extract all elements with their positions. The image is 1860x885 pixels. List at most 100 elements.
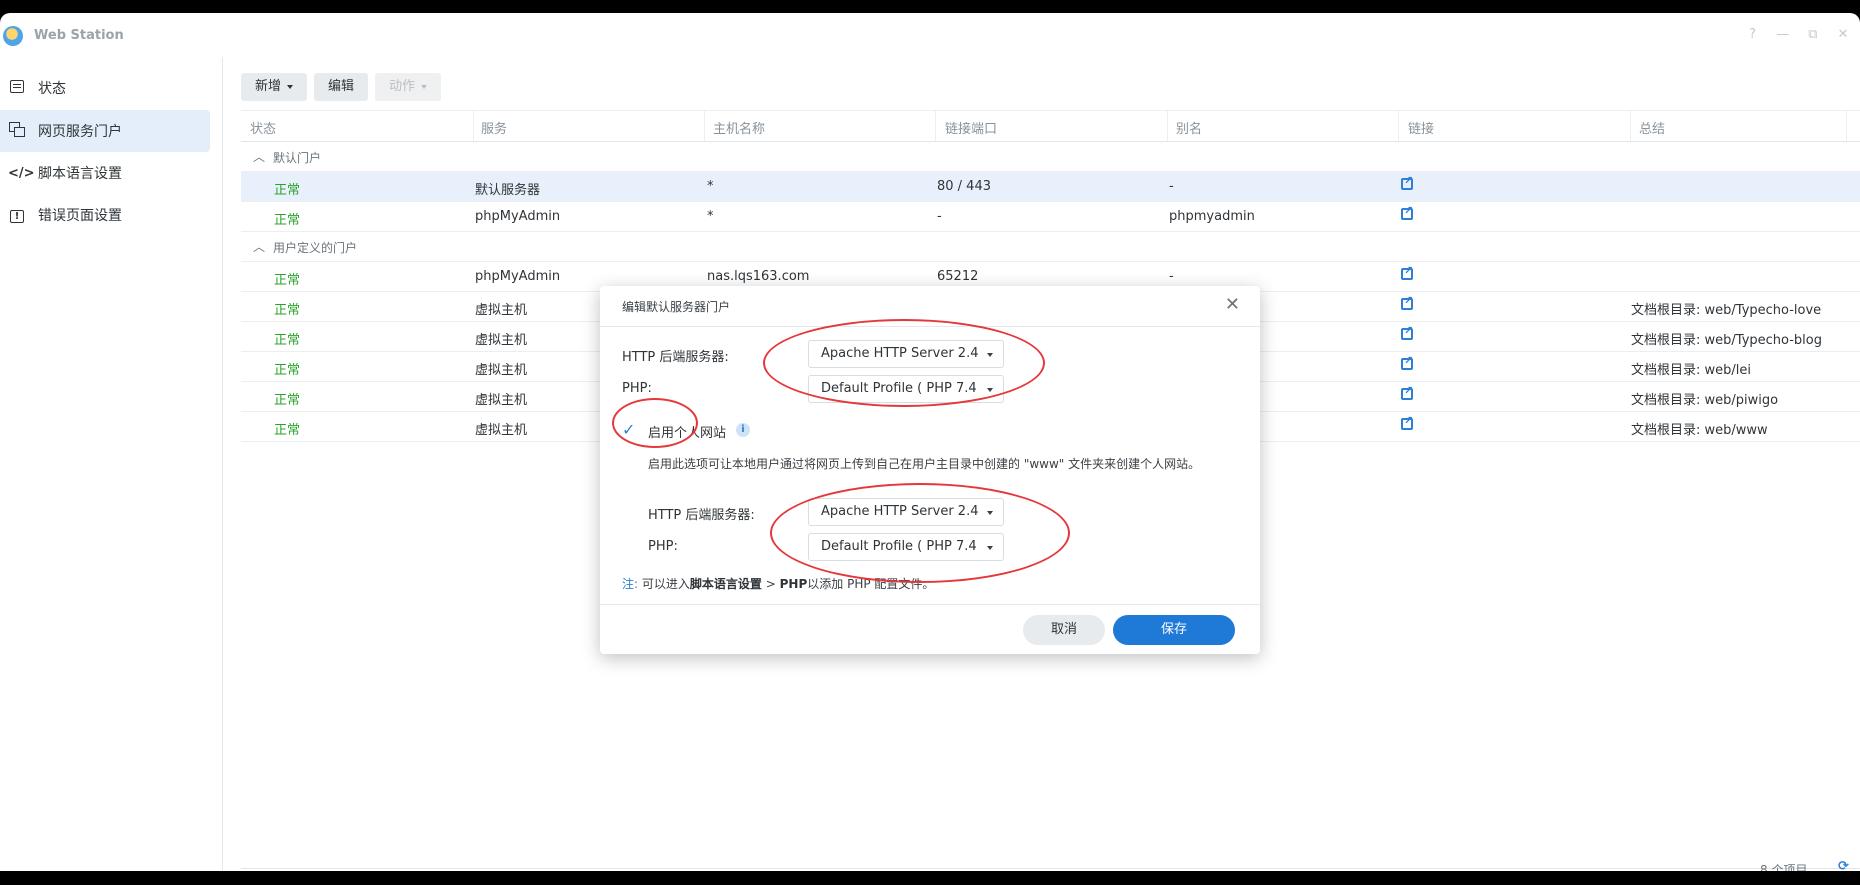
external-link-icon[interactable] — [1401, 294, 1413, 310]
status-cell: 正常 — [274, 423, 301, 438]
sidebar-item-status[interactable]: 状态 — [0, 67, 210, 109]
info-icon[interactable]: i — [736, 423, 750, 437]
sidebar-item-error-page[interactable]: ! 错误页面设置 — [0, 194, 210, 236]
column-header-port[interactable]: 链接端口 — [945, 118, 997, 137]
chevron-down-icon — [987, 353, 993, 357]
status-cell: 正常 — [274, 303, 301, 318]
help-icon[interactable]: ? — [1740, 27, 1766, 42]
warning-icon: ! — [8, 208, 26, 223]
edit-portal-dialog: 编辑默认服务器门户 ✕ HTTP 后端服务器: Apache HTTP Serv… — [600, 286, 1260, 654]
table-row[interactable]: 正常 默认服务器 * 80 / 443 - — [241, 172, 1860, 202]
status-cell: 正常 — [274, 393, 301, 408]
external-link-icon[interactable] — [1401, 384, 1413, 400]
php-label: PHP: — [622, 381, 652, 396]
column-header-service[interactable]: 服务 — [481, 118, 507, 137]
status-cell: 正常 — [274, 333, 301, 348]
dialog-divider — [600, 326, 1260, 327]
note-arrow: > — [765, 577, 776, 591]
summary-cell: 文档根目录: web/piwigo — [1631, 393, 1779, 408]
column-header-hostname[interactable]: 主机名称 — [713, 118, 765, 137]
chevron-up-icon: ︿ — [253, 150, 266, 164]
dialog-footer-divider — [600, 604, 1260, 605]
service-cell: 虚拟主机 — [475, 393, 528, 408]
sidebar-item-label: 脚本语言设置 — [38, 166, 122, 182]
sidebar-item-web-portal[interactable]: 网页服务门户 — [0, 110, 210, 152]
table-row[interactable]: 正常 phpMyAdmin * - phpmyadmin — [241, 202, 1860, 232]
script-language-link[interactable]: 脚本语言设置 — [690, 577, 762, 591]
personal-php-label: PHP: — [648, 539, 678, 554]
chevron-down-icon — [987, 511, 993, 515]
personal-http-backend-select[interactable]: Apache HTTP Server 2.4 — [808, 498, 1004, 526]
personal-site-checkbox[interactable]: ✓ — [622, 422, 638, 438]
sidebar-item-label: 状态 — [38, 81, 66, 97]
app-window: Web Station ? — ⧉ ✕ 状态 网页服务门户 </> 脚本语言设置… — [0, 13, 1860, 871]
php-link[interactable]: PHP — [780, 577, 808, 591]
external-link-icon[interactable] — [1401, 264, 1413, 280]
service-cell: 默认服务器 — [475, 183, 541, 198]
personal-php-profile-select[interactable]: Default Profile ( PHP 7.4 — [808, 533, 1004, 561]
service-cell: 虚拟主机 — [475, 363, 528, 378]
alias-cell: - — [1169, 269, 1174, 284]
external-link-icon[interactable] — [1401, 414, 1413, 430]
chevron-down-icon — [287, 84, 294, 89]
minimize-icon[interactable]: — — [1770, 27, 1796, 42]
code-icon: </> — [8, 165, 35, 181]
restore-icon[interactable]: ⧉ — [1800, 27, 1826, 42]
php-profile-select[interactable]: Default Profile ( PHP 7.4 — [808, 375, 1004, 403]
note-text-1: 可以进入 — [641, 577, 690, 591]
action-button[interactable]: 动作 — [375, 73, 442, 101]
service-cell: phpMyAdmin — [475, 269, 561, 284]
external-link-icon[interactable] — [1401, 324, 1413, 340]
web-station-logo-icon — [3, 26, 23, 46]
summary-cell: 文档根目录: web/Typecho-love — [1631, 303, 1822, 318]
title-bar: Web Station ? — ⧉ ✕ — [0, 13, 1860, 57]
save-button[interactable]: 保存 — [1113, 615, 1235, 645]
chevron-down-icon — [421, 84, 428, 89]
summary-cell: 文档根目录: web/lei — [1631, 363, 1751, 378]
status-cell: 正常 — [274, 273, 301, 288]
port-cell: - — [937, 209, 942, 224]
host-cell: * — [707, 179, 714, 194]
item-count: 8 个项目 — [1760, 863, 1808, 871]
http-backend-select[interactable]: Apache HTTP Server 2.4 — [808, 340, 1004, 368]
edit-button[interactable]: 编辑 — [314, 73, 369, 101]
toolbar: 新增 编辑 动作 — [241, 73, 442, 101]
close-icon[interactable]: ✕ — [1225, 294, 1240, 315]
summary-cell: 文档根目录: web/www — [1631, 423, 1768, 438]
group-label: 默认门户 — [273, 151, 322, 165]
column-header-link[interactable]: 链接 — [1408, 118, 1434, 137]
table-header: 状态 服务 主机名称 链接端口 别名 链接 总结 — [241, 110, 1860, 142]
note-prefix: 注: — [622, 577, 639, 591]
external-link-icon[interactable] — [1401, 354, 1413, 370]
window-controls: ? — ⧉ ✕ — [1740, 27, 1856, 42]
action-button-label: 动作 — [389, 79, 416, 94]
external-link-icon[interactable] — [1401, 174, 1413, 190]
status-cell: 正常 — [274, 363, 301, 378]
column-header-alias[interactable]: 别名 — [1176, 118, 1202, 137]
portal-icon — [8, 122, 26, 140]
personal-site-label: 启用个人网站 — [648, 426, 727, 441]
table-footer-divider — [241, 868, 1860, 869]
close-window-icon[interactable]: ✕ — [1830, 27, 1856, 42]
refresh-icon[interactable]: ⟳ — [1838, 859, 1849, 871]
personal-http-backend-label: HTTP 后端服务器: — [648, 508, 755, 523]
add-button[interactable]: 新增 — [241, 73, 308, 101]
app-title: Web Station — [34, 28, 124, 43]
sidebar-item-script-language[interactable]: </> 脚本语言设置 — [0, 152, 210, 194]
column-header-status[interactable]: 状态 — [250, 118, 276, 137]
status-cell: 正常 — [274, 183, 301, 198]
column-header-summary[interactable]: 总结 — [1639, 118, 1665, 137]
note-text-2: 以添加 PHP 配置文件。 — [807, 577, 935, 591]
sidebar-item-label: 网页服务门户 — [38, 124, 122, 140]
service-cell: 虚拟主机 — [475, 303, 528, 318]
group-header-default[interactable]: ︿ 默认门户 — [241, 142, 1860, 172]
group-header-user-defined[interactable]: ︿ 用户定义的门户 — [241, 232, 1860, 262]
service-cell: phpMyAdmin — [475, 209, 561, 224]
host-cell: * — [707, 209, 714, 224]
add-button-label: 新增 — [255, 79, 282, 94]
cancel-button[interactable]: 取消 — [1023, 615, 1105, 645]
service-cell: 虚拟主机 — [475, 333, 528, 348]
external-link-icon[interactable] — [1401, 204, 1413, 220]
personal-site-description: 启用此选项可让本地用户通过将网页上传到自己在用户主目录中创建的 "www" 文件… — [648, 457, 1201, 471]
chevron-down-icon — [987, 388, 993, 392]
